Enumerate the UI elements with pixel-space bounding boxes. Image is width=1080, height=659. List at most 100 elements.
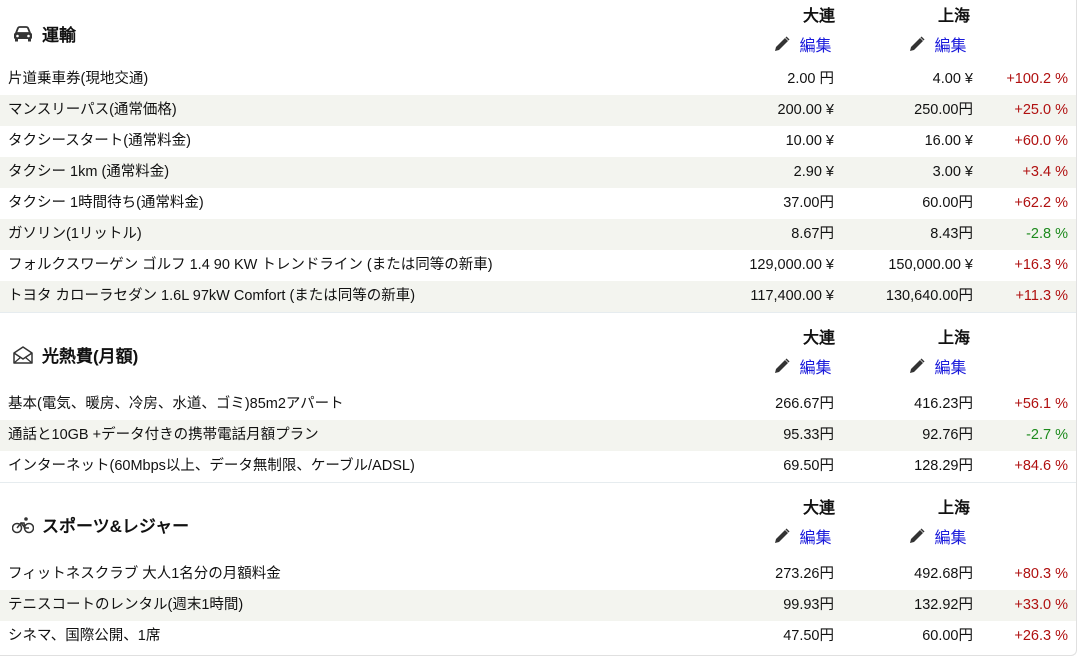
city-1-price: 95.33円	[783, 427, 834, 443]
section-rows: フィットネスクラブ 大人1名分の月額料金 273.26円 492.68円 +80.3 …	[0, 559, 1076, 652]
city-2-price: 492.68円	[914, 566, 973, 582]
table-row: 通話と10GB +データ付きの携帯電話月額プラン 95.33円 92.76円 -2.7…	[0, 420, 1076, 451]
table-row: マンスリーパス(通常価格) 200.00 ¥ 250.00円 +25.0 %	[0, 95, 1076, 126]
table-row: フィットネスクラブ 大人1名分の月額料金 273.26円 492.68円 +80.3 …	[0, 559, 1076, 590]
city-name-1: 大連	[802, 330, 835, 347]
edit-city-1-link[interactable]: 編集	[774, 354, 832, 378]
table-row: 基本(電気、暖房、冷房、水道、ゴミ)85m2アパート 266.67円 416.23円…	[0, 389, 1076, 420]
pencil-icon	[775, 528, 791, 543]
city-1-price: 200.00 ¥	[777, 102, 834, 118]
item-name: 片道乗車券(現地交通)	[8, 71, 149, 87]
city-name-2: 上海	[937, 8, 970, 25]
item-name: シネマ、国際公開、1席	[8, 628, 161, 644]
edit-label: 編集	[934, 38, 967, 55]
city-name-2: 上海	[937, 330, 970, 347]
edit-city-2-link[interactable]: 編集	[909, 32, 967, 56]
table-row: 片道乗車券(現地交通) 2.00 円 4.00 ¥ +100.2 %	[0, 64, 1076, 95]
price-difference: +26.3 %	[1014, 628, 1068, 644]
city-column-1: 大連 編集	[758, 499, 848, 549]
city-2-price: 8.43円	[930, 226, 973, 242]
city-2-price: 250.00円	[914, 102, 973, 118]
edit-label: 編集	[799, 530, 832, 547]
section-rows: 片道乗車券(現地交通) 2.00 円 4.00 ¥ +100.2 % マンスリーパス(通…	[0, 64, 1076, 312]
table-row: インターネット(60Mbps以上、データ無制限、ケーブル/ADSL) 69.50円…	[0, 451, 1076, 482]
city-2-price: 150,000.00 ¥	[888, 257, 973, 273]
price-difference: -2.8 %	[1026, 226, 1068, 242]
section-rows: 基本(電気、暖房、冷房、水道、ゴミ)85m2アパート 266.67円 416.23円…	[0, 389, 1076, 482]
city-1-price: 266.67円	[775, 396, 834, 412]
city-column-2: 上海 編集	[893, 7, 983, 57]
edit-label: 編集	[934, 360, 967, 377]
city-1-price: 69.50円	[783, 458, 834, 474]
table-row: タクシー 1km (通常料金) 2.90 ¥ 3.00 ¥ +3.4 %	[0, 157, 1076, 188]
city-column-1: 大連 編集	[758, 7, 848, 57]
table-row: テニスコートのレンタル(週末1時間) 99.93円 132.92円 +33.0 %	[0, 590, 1076, 621]
item-name: タクシー 1時間待ち(通常料金)	[8, 195, 204, 211]
item-name: タクシースタート(通常料金)	[8, 133, 191, 149]
table-row: トヨタ カローラセダン 1.6L 97kW Comfort (または同等の新車)…	[0, 281, 1076, 312]
edit-city-2-link[interactable]: 編集	[909, 524, 967, 548]
city-2-price: 92.76円	[922, 427, 973, 443]
price-difference: +33.0 %	[1014, 597, 1068, 613]
table-row: シネマ、国際公開、1席 47.50円 60.00円 +26.3 %	[0, 621, 1076, 652]
item-name: マンスリーパス(通常価格)	[8, 102, 177, 118]
city-2-price: 128.29円	[914, 458, 973, 474]
city-2-price: 130,640.00円	[885, 288, 973, 304]
city-name-1: 大連	[802, 500, 835, 517]
price-difference: +11.3 %	[1015, 288, 1068, 304]
edit-label: 編集	[799, 360, 832, 377]
city-1-price: 117,400.00 ¥	[750, 288, 834, 304]
city-name-1: 大連	[802, 8, 835, 25]
city-2-price: 60.00円	[922, 195, 973, 211]
edit-label: 編集	[934, 530, 967, 547]
city-2-price: 4.00 ¥	[932, 71, 973, 87]
city-column-2: 上海 編集	[893, 329, 983, 379]
table-row: フォルクスワーゲン ゴルフ 1.4 90 KW トレンドライン (または同等の新…	[0, 250, 1076, 281]
edit-city-1-link[interactable]: 編集	[774, 524, 832, 548]
price-difference: +60.0 %	[1014, 133, 1068, 149]
section-utilities: 光熱費(月額) 大連 編集 上海 編集 基本(電気、暖房、冷房、水道、ゴミ)85…	[0, 312, 1076, 482]
section-title-text: スポーツ&レジャー	[42, 517, 190, 536]
section-header: 運輸 大連 編集 上海 編集	[0, 0, 1076, 64]
pencil-icon	[775, 36, 791, 51]
price-difference: +62.2 %	[1014, 195, 1068, 211]
city-1-price: 2.90 ¥	[793, 164, 834, 180]
city-1-price: 273.26円	[775, 566, 834, 582]
item-name: ガソリン(1リットル)	[8, 226, 142, 242]
price-difference: -2.7 %	[1026, 427, 1068, 443]
car-icon	[12, 24, 34, 44]
envelope-icon	[12, 345, 34, 365]
bicycle-icon	[12, 515, 34, 535]
price-difference: +3.4 %	[1022, 164, 1068, 180]
section-title-text: 光熱費(月額)	[42, 347, 139, 366]
city-1-price: 10.00 ¥	[785, 133, 834, 149]
section-header: 光熱費(月額) 大連 編集 上海 編集	[0, 312, 1076, 389]
city-2-price: 132.92円	[914, 597, 973, 613]
pencil-icon	[910, 358, 926, 373]
price-difference: +56.1 %	[1014, 396, 1068, 412]
city-2-price: 416.23円	[914, 396, 973, 412]
section-title: 運輸	[12, 21, 76, 46]
city-column-2: 上海 編集	[893, 499, 983, 549]
city-2-price: 60.00円	[922, 628, 973, 644]
cost-comparison-panel: 運輸 大連 編集 上海 編集 片道乗車券(現地交通) 2.00 円 4.00 ¥ +1…	[0, 0, 1077, 656]
section-title: スポーツ&レジャー	[12, 512, 189, 537]
section-title: 光熱費(月額)	[12, 342, 138, 367]
item-name: 通話と10GB +データ付きの携帯電話月額プラン	[8, 427, 319, 443]
city-1-price: 37.00円	[783, 195, 834, 211]
item-name: インターネット(60Mbps以上、データ無制限、ケーブル/ADSL)	[8, 458, 415, 474]
city-1-price: 47.50円	[783, 628, 834, 644]
city-1-price: 129,000.00 ¥	[749, 257, 834, 273]
edit-city-1-link[interactable]: 編集	[774, 32, 832, 56]
edit-city-2-link[interactable]: 編集	[909, 354, 967, 378]
section-sports-leisure: スポーツ&レジャー 大連 編集 上海 編集 フィットネスクラブ 大人1名分の月額…	[0, 482, 1076, 652]
table-row: タクシー 1時間待ち(通常料金) 37.00円 60.00円 +62.2 %	[0, 188, 1076, 219]
city-1-price: 8.67円	[791, 226, 834, 242]
pencil-icon	[910, 36, 926, 51]
item-name: タクシー 1km (通常料金)	[8, 164, 170, 180]
item-name: トヨタ カローラセダン 1.6L 97kW Comfort (または同等の新車)	[8, 288, 416, 304]
price-difference: +16.3 %	[1014, 257, 1068, 273]
item-name: 基本(電気、暖房、冷房、水道、ゴミ)85m2アパート	[8, 396, 344, 412]
city-2-price: 3.00 ¥	[932, 164, 973, 180]
price-difference: +80.3 %	[1014, 566, 1068, 582]
